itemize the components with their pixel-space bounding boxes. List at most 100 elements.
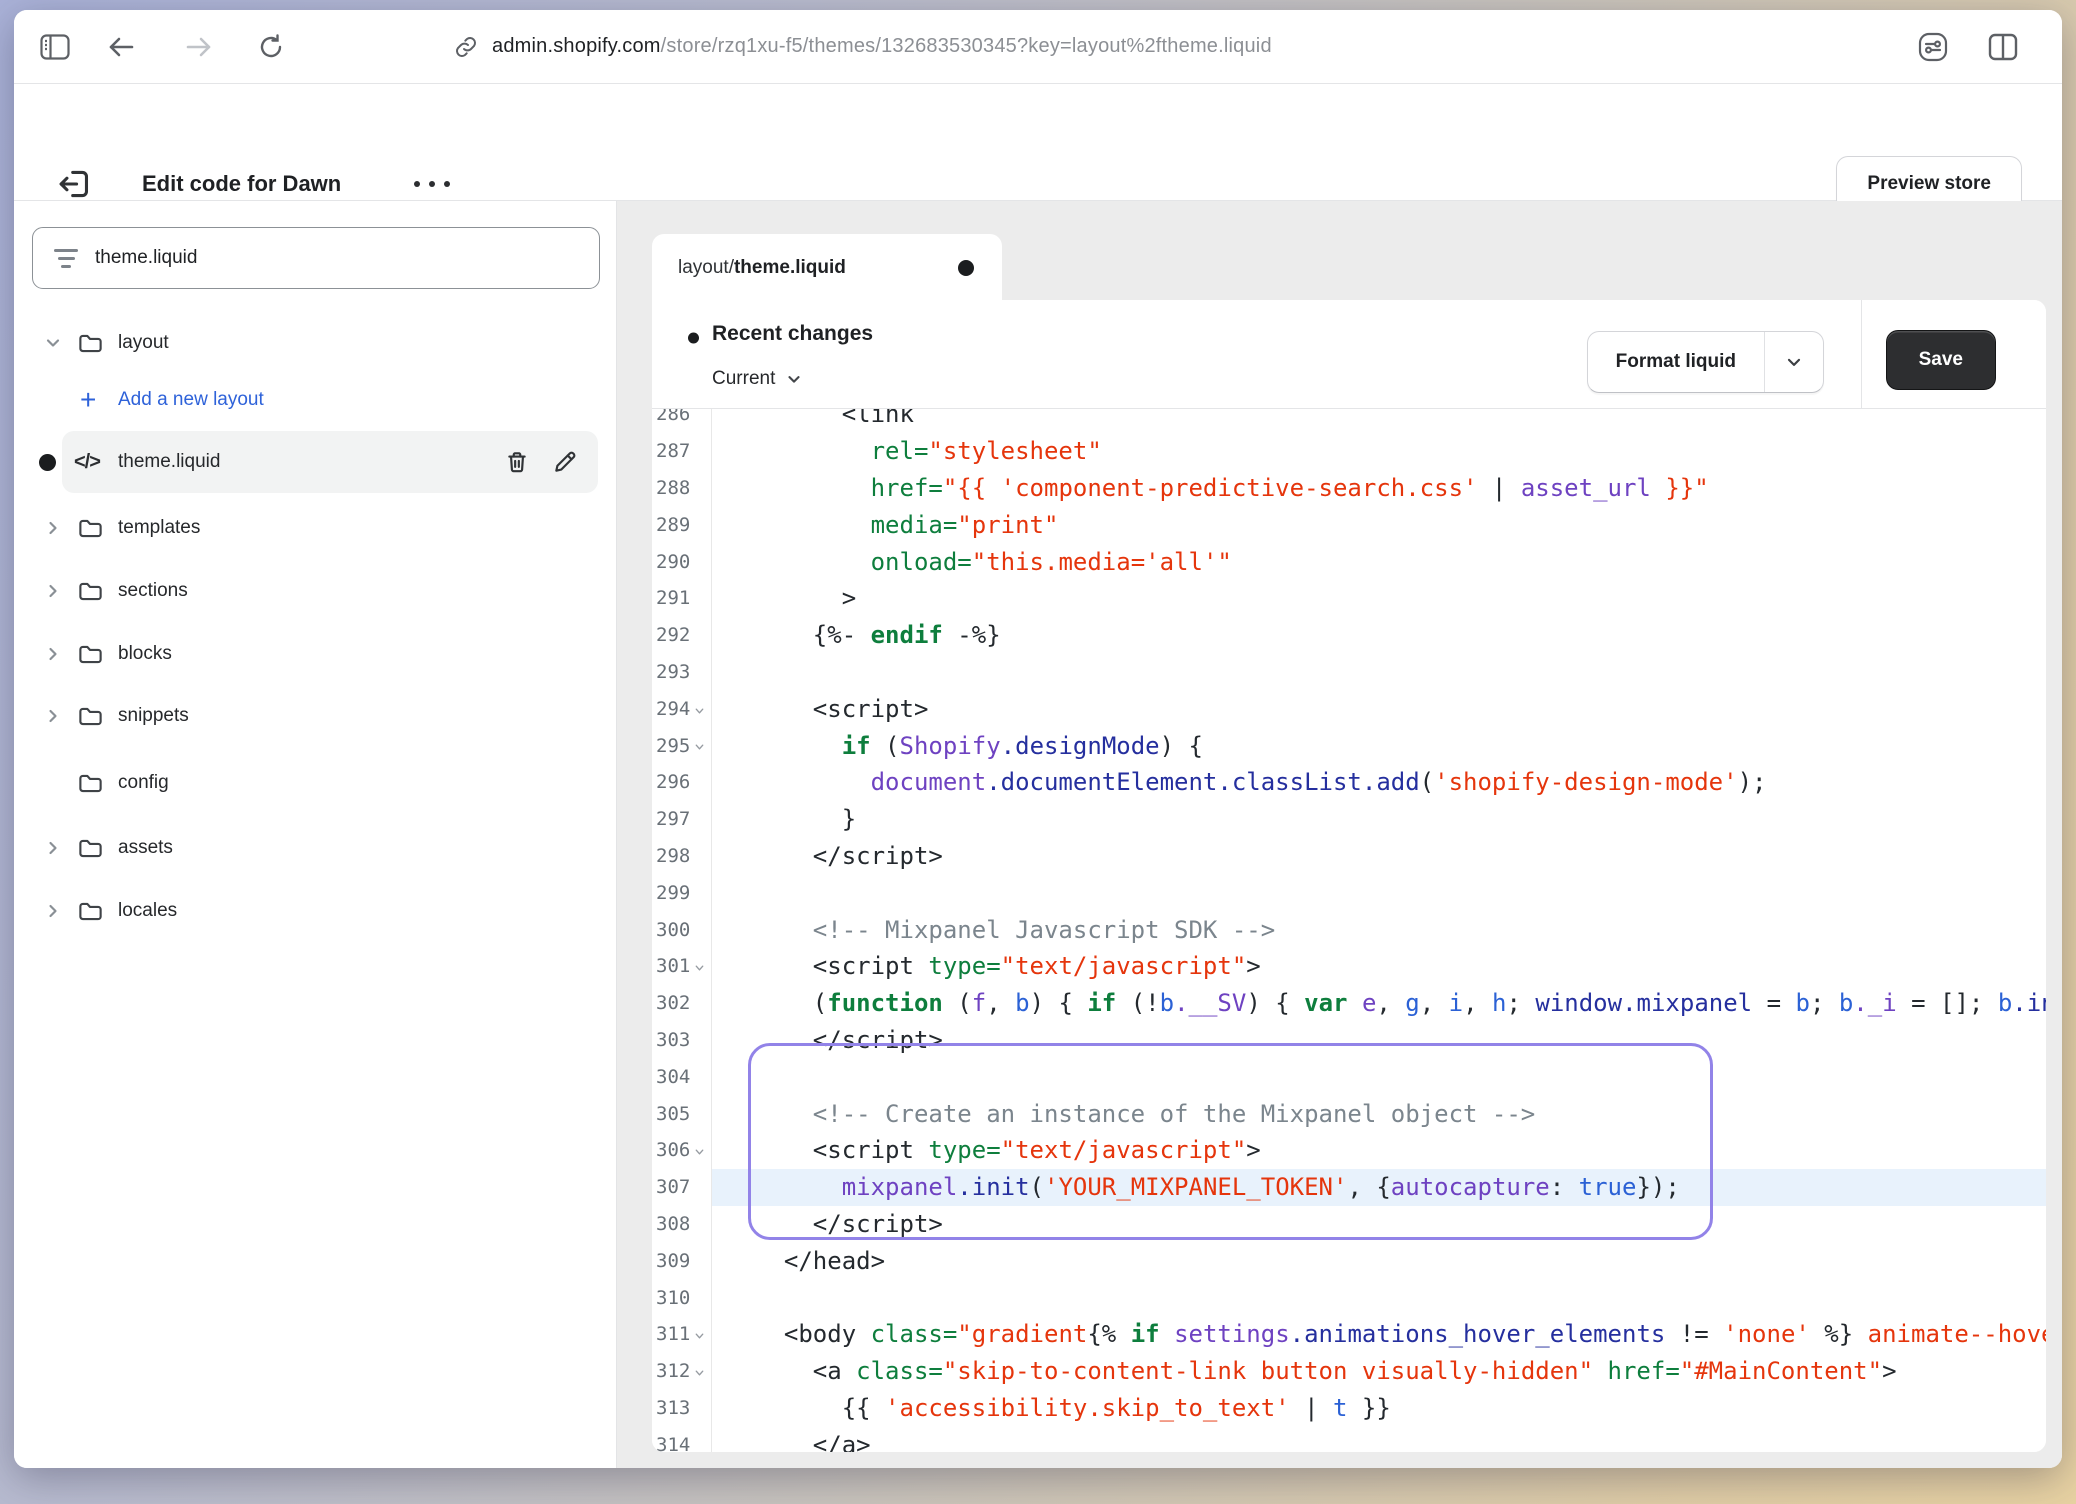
code-text[interactable]: </a>	[712, 1426, 2046, 1452]
chevron-right-icon[interactable]	[42, 643, 64, 665]
sidebar-item-sections[interactable]: sections	[14, 563, 616, 619]
code-text[interactable]: mixpanel.init('YOUR_MIXPANEL_TOKEN', {au…	[712, 1169, 2046, 1206]
code-line[interactable]: 304	[652, 1058, 2046, 1095]
file-search-input[interactable]: theme.liquid	[32, 227, 600, 289]
fold-chevron-icon[interactable]	[692, 1367, 707, 1378]
exit-icon[interactable]	[54, 164, 94, 204]
sidebar-item-layout[interactable]: layout	[14, 315, 616, 371]
code-text[interactable]	[712, 1279, 2046, 1316]
code-text[interactable]: <link	[712, 409, 2046, 433]
code-text[interactable]	[712, 874, 2046, 911]
code-text[interactable]: <!-- Mixpanel Javascript SDK -->	[712, 911, 2046, 948]
split-view-icon[interactable]	[1984, 28, 2022, 66]
page-settings-icon[interactable]	[1914, 28, 1952, 66]
chevron-down-icon[interactable]	[1764, 332, 1823, 392]
chevron-right-icon[interactable]	[42, 517, 64, 539]
code-text[interactable]	[712, 1058, 2046, 1095]
code-line[interactable]: 287 rel="stylesheet"	[652, 433, 2046, 470]
sidebar-toggle-icon[interactable]	[36, 28, 74, 66]
code-text[interactable]: <!-- Create an instance of the Mixpanel …	[712, 1095, 2046, 1132]
code-text[interactable]: {%- endif -%}	[712, 617, 2046, 654]
fold-chevron-icon[interactable]	[692, 963, 707, 974]
code-text[interactable]: media="print"	[712, 506, 2046, 543]
code-line[interactable]: 302 (function (f, b) { if (!b.__SV) { va…	[652, 985, 2046, 1022]
add-new-layout-link[interactable]: + Add a new layout	[14, 372, 616, 428]
code-line[interactable]: 306 <script type="text/javascript">	[652, 1132, 2046, 1169]
code-line[interactable]: 295 if (Shopify.designMode) {	[652, 727, 2046, 764]
sidebar-item-templates[interactable]: templates	[14, 500, 616, 556]
code-line[interactable]: 313 {{ 'accessibility.skip_to_text' | t …	[652, 1390, 2046, 1427]
code-line[interactable]: 298 </script>	[652, 838, 2046, 875]
code-line[interactable]: 290 onload="this.media='all'"	[652, 543, 2046, 580]
code-text[interactable]	[712, 654, 2046, 691]
code-line[interactable]: 301 <script type="text/javascript">	[652, 948, 2046, 985]
chevron-right-icon[interactable]	[42, 837, 64, 859]
sidebar-item-locales[interactable]: locales	[14, 883, 616, 939]
code-text[interactable]: </head>	[712, 1242, 2046, 1279]
folder-icon	[76, 329, 104, 357]
save-button[interactable]: Save	[1886, 330, 1996, 390]
sidebar-item-snippets[interactable]: snippets	[14, 688, 616, 744]
code-line[interactable]: 299	[652, 874, 2046, 911]
sidebar-item-blocks[interactable]: blocks	[14, 626, 616, 682]
code-line[interactable]: 300 <!-- Mixpanel Javascript SDK -->	[652, 911, 2046, 948]
more-options-icon[interactable]	[414, 181, 450, 187]
delete-file-icon[interactable]	[502, 447, 532, 477]
code-line[interactable]: 311 <body class="gradient{% if settings.…	[652, 1316, 2046, 1353]
code-line[interactable]: 312 <a class="skip-to-content-link butto…	[652, 1353, 2046, 1390]
chevron-down-icon[interactable]	[42, 332, 64, 354]
chevron-right-icon[interactable]	[42, 705, 64, 727]
code-line[interactable]: 294 <script>	[652, 690, 2046, 727]
code-line[interactable]: 296 document.documentElement.classList.a…	[652, 764, 2046, 801]
code-line[interactable]: 292 {%- endif -%}	[652, 617, 2046, 654]
code-line[interactable]: 297 }	[652, 801, 2046, 838]
tab-theme-liquid[interactable]: layout/theme.liquid	[652, 234, 1002, 301]
code-editor[interactable]: 286 <link287 rel="stylesheet"288 href="{…	[652, 409, 2046, 1452]
code-text[interactable]: (function (f, b) { if (!b.__SV) { var e,…	[712, 985, 2046, 1022]
code-text[interactable]: <script type="text/javascript">	[712, 948, 2046, 985]
code-line[interactable]: 305 <!-- Create an instance of the Mixpa…	[652, 1095, 2046, 1132]
code-text[interactable]: </script>	[712, 1206, 2046, 1243]
code-line[interactable]: 286 <link	[652, 409, 2046, 433]
code-line[interactable]: 293	[652, 654, 2046, 691]
code-text[interactable]: if (Shopify.designMode) {	[712, 727, 2046, 764]
reload-icon[interactable]	[252, 28, 290, 66]
code-text[interactable]: </script>	[712, 838, 2046, 875]
code-text[interactable]: href="{{ 'component-predictive-search.cs…	[712, 470, 2046, 507]
sidebar-item-assets[interactable]: assets	[14, 820, 616, 876]
forward-icon[interactable]	[180, 28, 218, 66]
code-line[interactable]: 303 </script>	[652, 1022, 2046, 1059]
sidebar-item-config[interactable]: config	[14, 755, 616, 811]
code-text[interactable]: onload="this.media='all'"	[712, 543, 2046, 580]
code-text[interactable]: document.documentElement.classList.add('…	[712, 764, 2046, 801]
code-text[interactable]: <body class="gradient{% if settings.anim…	[712, 1316, 2046, 1353]
code-line[interactable]: 309 </head>	[652, 1242, 2046, 1279]
chevron-right-icon[interactable]	[42, 900, 64, 922]
code-line[interactable]: 310	[652, 1279, 2046, 1316]
fold-chevron-icon[interactable]	[692, 1147, 707, 1158]
code-text[interactable]: rel="stylesheet"	[712, 433, 2046, 470]
code-text[interactable]: <script type="text/javascript">	[712, 1132, 2046, 1169]
sidebar-item-theme-liquid[interactable]: </> theme.liquid	[14, 431, 616, 493]
chevron-right-icon[interactable]	[42, 580, 64, 602]
code-line[interactable]: 307 mixpanel.init('YOUR_MIXPANEL_TOKEN',…	[652, 1169, 2046, 1206]
address-bar[interactable]: admin.shopify.com/store/rzq1xu-f5/themes…	[454, 10, 1272, 83]
code-text[interactable]: <a class="skip-to-content-link button vi…	[712, 1353, 2046, 1390]
fold-chevron-icon[interactable]	[692, 705, 707, 716]
code-text[interactable]: <script>	[712, 690, 2046, 727]
format-liquid-button[interactable]: Format liquid	[1587, 331, 1824, 393]
version-dropdown[interactable]: Current	[712, 368, 803, 390]
code-line[interactable]: 289 media="print"	[652, 506, 2046, 543]
code-text[interactable]: {{ 'accessibility.skip_to_text' | t }}	[712, 1390, 2046, 1427]
code-text[interactable]: </script>	[712, 1022, 2046, 1059]
fold-chevron-icon[interactable]	[692, 1331, 707, 1342]
code-text[interactable]: >	[712, 580, 2046, 617]
back-icon[interactable]	[102, 28, 140, 66]
rename-file-icon[interactable]	[550, 447, 580, 477]
code-line[interactable]: 291 >	[652, 580, 2046, 617]
code-line[interactable]: 288 href="{{ 'component-predictive-searc…	[652, 470, 2046, 507]
code-text[interactable]: }	[712, 801, 2046, 838]
code-line[interactable]: 314 </a>	[652, 1426, 2046, 1452]
code-line[interactable]: 308 </script>	[652, 1206, 2046, 1243]
fold-chevron-icon[interactable]	[692, 742, 707, 753]
